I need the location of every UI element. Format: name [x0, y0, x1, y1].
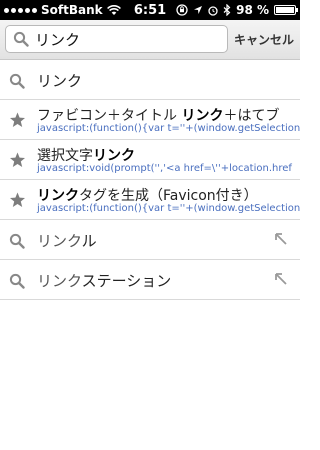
battery-percent: 98 % [236, 3, 269, 17]
search-icon [13, 31, 29, 47]
star-icon [10, 112, 25, 127]
search-header: キャンセル [0, 20, 300, 60]
battery-icon [274, 5, 298, 15]
bookmark-title: ファビコン＋タイトル リンク＋はてブ [37, 108, 280, 124]
arrow-up-left-icon[interactable] [274, 232, 288, 246]
bookmark-url: javascript:(function(){var t=''+(window.… [37, 123, 300, 134]
bookmark-row[interactable]: リンクタグを生成（Favicon付き） javascript:(function… [0, 180, 300, 220]
search-field[interactable] [5, 25, 228, 53]
bookmark-title: リンクタグを生成（Favicon付き） [37, 188, 258, 204]
suggestion-list: リンク ファビコン＋タイトル リンク＋はてブ javascript:(funct… [0, 60, 300, 300]
search-icon [9, 233, 25, 249]
suggestion-text: リンク [37, 72, 83, 90]
status-time: 6:51 [133, 2, 167, 18]
cancel-button[interactable]: キャンセル [234, 31, 294, 48]
star-icon [10, 192, 25, 207]
bookmark-url: javascript:void(prompt('','<a href=\''+l… [37, 163, 292, 174]
bookmark-url: javascript:(function(){var t=''+(window.… [37, 203, 300, 214]
suggestion-search-row[interactable]: リンク [0, 60, 300, 100]
query-suggestion-row[interactable]: リンクステーション [0, 260, 300, 300]
search-icon [9, 273, 25, 289]
bookmark-title: 選択文字リンク [37, 148, 135, 164]
star-icon [10, 152, 25, 167]
bookmark-row[interactable]: ファビコン＋タイトル リンク＋はてブ javascript:(function(… [0, 100, 300, 140]
status-bar: SoftBank 6:51 98 % [0, 0, 300, 20]
location-icon [194, 6, 203, 14]
suggestion-text: リンクル [37, 232, 97, 250]
alarm-icon [208, 5, 218, 16]
search-input[interactable] [35, 28, 215, 50]
query-suggestion-row[interactable]: リンクル [0, 220, 300, 260]
rotation-lock-icon [176, 4, 188, 16]
search-icon [9, 73, 25, 89]
bookmark-row[interactable]: 選択文字リンク javascript:void(prompt('','<a hr… [0, 140, 300, 180]
bluetooth-icon [223, 4, 231, 16]
status-right: 98 % [176, 0, 298, 20]
suggestion-text: リンクステーション [37, 272, 172, 290]
arrow-up-left-icon[interactable] [274, 272, 288, 286]
